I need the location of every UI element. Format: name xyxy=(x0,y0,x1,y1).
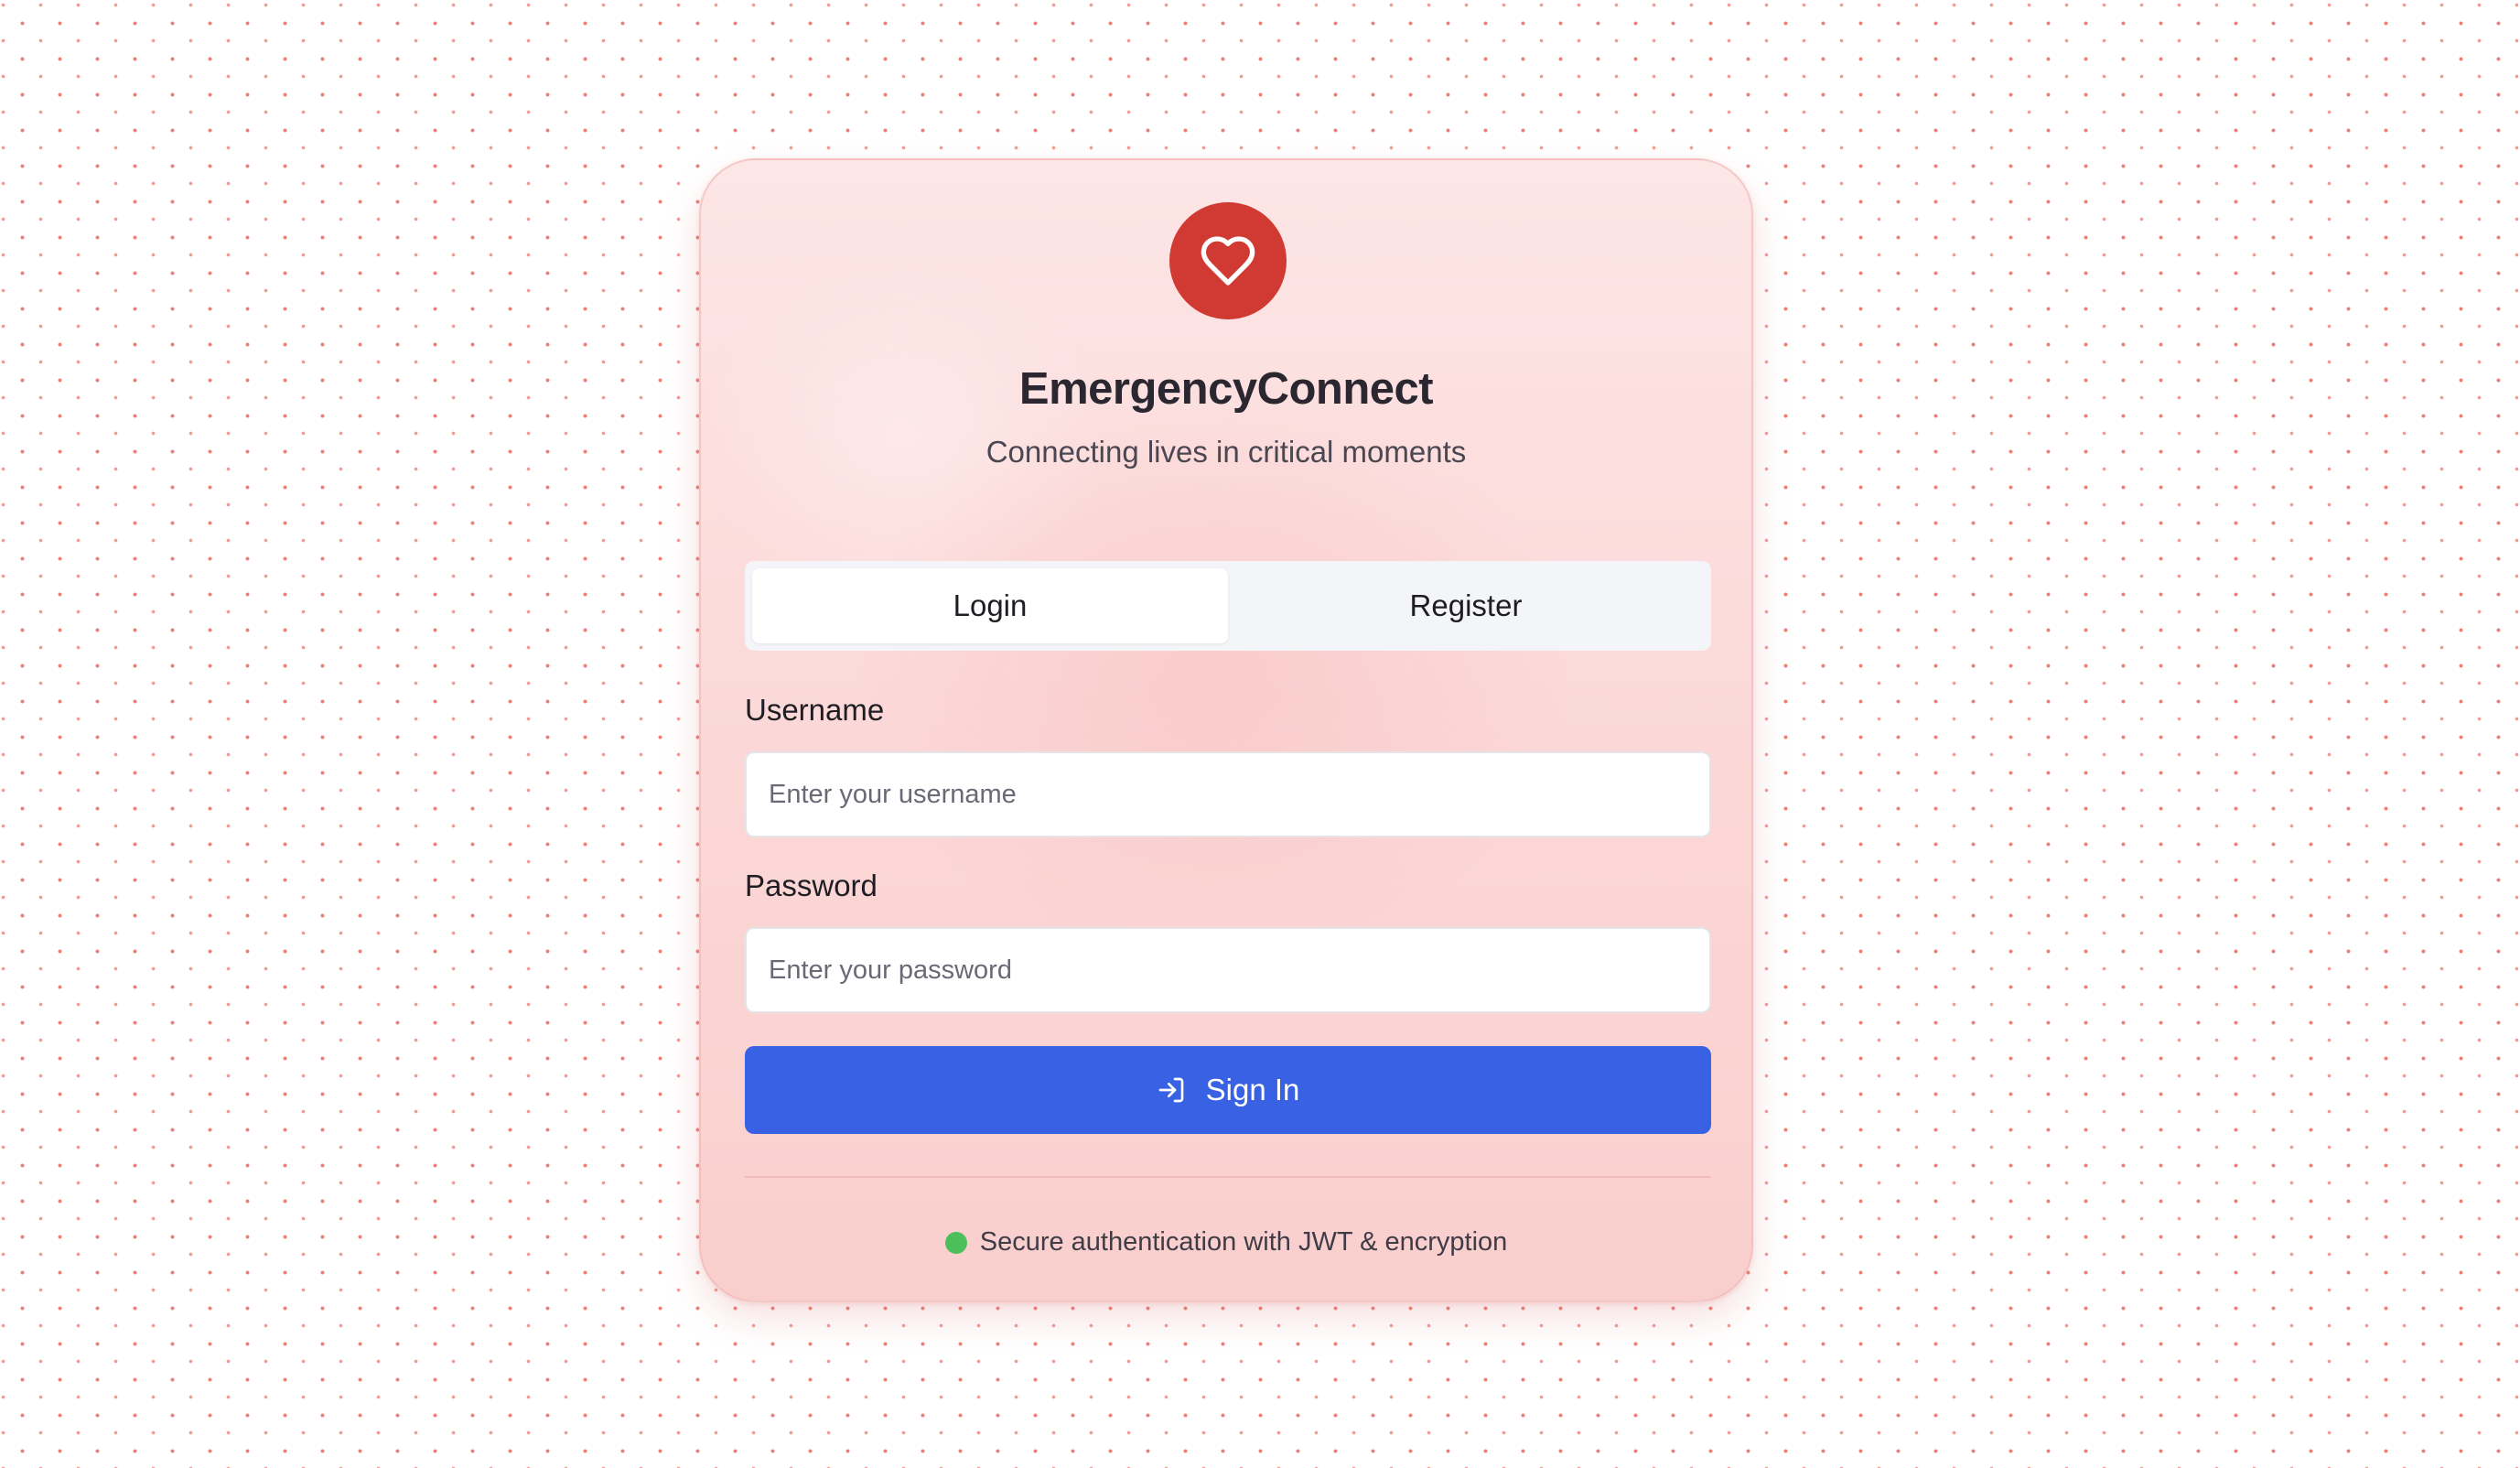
auth-tabs: Login Register xyxy=(745,561,1711,651)
tab-register[interactable]: Register xyxy=(1228,568,1704,643)
security-notice: Secure authentication with JWT & encrypt… xyxy=(701,1227,1751,1258)
sign-in-button[interactable]: Sign In xyxy=(745,1046,1711,1134)
app-title: EmergencyConnect xyxy=(1018,364,1434,414)
sign-in-label: Sign In xyxy=(1205,1073,1300,1106)
username-label: Username xyxy=(745,693,885,727)
app-subtitle: Connecting lives in critical moments xyxy=(985,435,1467,469)
status-dot-icon xyxy=(944,1231,967,1254)
password-input[interactable] xyxy=(745,927,1711,1013)
login-card: EmergencyConnect Connecting lives in cri… xyxy=(699,158,1753,1302)
log-in-icon xyxy=(1158,1077,1183,1103)
heart-icon xyxy=(1201,236,1255,286)
logo-badge xyxy=(1169,202,1287,319)
username-input[interactable] xyxy=(745,751,1711,837)
divider xyxy=(745,1176,1711,1178)
tab-login[interactable]: Login xyxy=(752,568,1228,643)
security-text: Secure authentication with JWT & encrypt… xyxy=(979,1227,1508,1257)
password-label: Password xyxy=(745,869,878,902)
